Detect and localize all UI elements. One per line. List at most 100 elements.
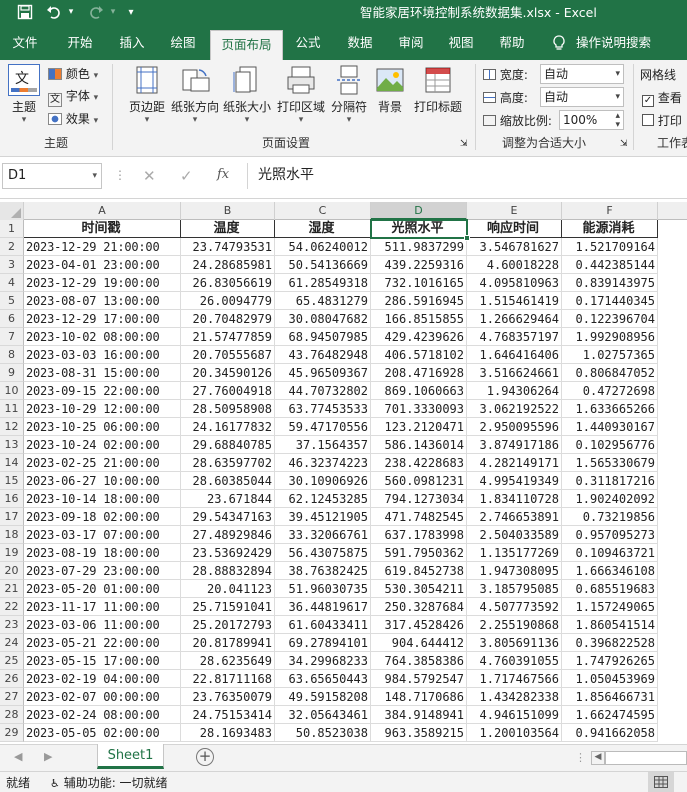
- tab-file[interactable]: 文件: [0, 25, 50, 60]
- table-cell[interactable]: 1.02757365: [562, 346, 658, 364]
- table-cell[interactable]: 0.47272698: [562, 382, 658, 400]
- table-cell[interactable]: 68.94507985: [275, 328, 371, 346]
- table-cell[interactable]: 3.185795085: [467, 580, 562, 598]
- table-cell[interactable]: 2023-10-24 02:00:00: [24, 436, 181, 454]
- table-cell[interactable]: 530.3054211: [371, 580, 467, 598]
- row-header[interactable]: 21: [0, 580, 24, 598]
- new-sheet-icon[interactable]: +: [196, 748, 214, 766]
- table-cell[interactable]: 701.3330093: [371, 400, 467, 418]
- table-cell[interactable]: 1.135177269: [467, 544, 562, 562]
- orientation-button[interactable]: 纸张方向 ▾: [170, 64, 220, 125]
- gridlines-view-checkbox[interactable]: ✓ 查看: [642, 89, 682, 107]
- table-cell[interactable]: 2023-02-25 21:00:00: [24, 454, 181, 472]
- table-cell[interactable]: 30.08047682: [275, 310, 371, 328]
- table-cell[interactable]: 2023-04-01 23:00:00: [24, 256, 181, 274]
- table-cell[interactable]: 1.521709164: [562, 238, 658, 256]
- table-cell[interactable]: 30.10906926: [275, 472, 371, 490]
- row-header[interactable]: 8: [0, 346, 24, 364]
- table-cell[interactable]: 65.4831279: [275, 292, 371, 310]
- scroll-sheets-left-icon[interactable]: ◀: [14, 750, 22, 763]
- table-cell[interactable]: 54.06240012: [275, 238, 371, 256]
- scroll-sheets-right-icon[interactable]: ▶: [44, 750, 52, 763]
- table-cell[interactable]: 2023-03-03 16:00:00: [24, 346, 181, 364]
- table-cell[interactable]: 586.1436014: [371, 436, 467, 454]
- table-cell[interactable]: 38.76382425: [275, 562, 371, 580]
- enter-check-icon[interactable]: ✓: [180, 167, 193, 185]
- theme-colors-button[interactable]: 颜色 ▾: [48, 65, 98, 82]
- table-cell[interactable]: 33.32066761: [275, 526, 371, 544]
- table-cell[interactable]: 63.65650443: [275, 670, 371, 688]
- table-cell[interactable]: 2023-02-07 00:00:00: [24, 688, 181, 706]
- table-cell[interactable]: 0.941662058: [562, 724, 658, 742]
- formula-input[interactable]: 光照水平: [247, 163, 687, 189]
- table-cell[interactable]: 23.53692429: [181, 544, 275, 562]
- row-header[interactable]: 24: [0, 634, 24, 652]
- tab-draw[interactable]: 绘图: [158, 25, 208, 60]
- table-cell[interactable]: 37.1564357: [275, 436, 371, 454]
- row-header[interactable]: 20: [0, 562, 24, 580]
- table-cell[interactable]: 238.4228683: [371, 454, 467, 472]
- table-cell[interactable]: 732.1016165: [371, 274, 467, 292]
- tab-review[interactable]: 审阅: [386, 25, 436, 60]
- theme-effects-button[interactable]: 效果 ▾: [48, 110, 98, 127]
- lightbulb-icon[interactable]: [549, 25, 569, 60]
- table-cell[interactable]: 2023-12-29 21:00:00: [24, 238, 181, 256]
- table-cell[interactable]: 166.8515855: [371, 310, 467, 328]
- table-cell[interactable]: 0.102956776: [562, 436, 658, 454]
- row-header[interactable]: 10: [0, 382, 24, 400]
- table-cell[interactable]: 3.516624661: [467, 364, 562, 382]
- name-box[interactable]: D1 ▾: [2, 163, 102, 189]
- header-cell[interactable]: 时间戳: [24, 220, 181, 238]
- table-cell[interactable]: 984.5792547: [371, 670, 467, 688]
- table-cell[interactable]: 317.4528426: [371, 616, 467, 634]
- table-cell[interactable]: 27.48929846: [181, 526, 275, 544]
- row-header[interactable]: 23: [0, 616, 24, 634]
- scale-dialog-launcher-icon[interactable]: ⇲: [620, 139, 628, 149]
- table-cell[interactable]: 2023-08-07 13:00:00: [24, 292, 181, 310]
- table-cell[interactable]: 4.760391055: [467, 652, 562, 670]
- table-cell[interactable]: 26.0094779: [181, 292, 275, 310]
- table-cell[interactable]: 619.8452738: [371, 562, 467, 580]
- header-cell[interactable]: 响应时间: [467, 220, 562, 238]
- row-header[interactable]: 28: [0, 706, 24, 724]
- table-cell[interactable]: 560.0981231: [371, 472, 467, 490]
- table-cell[interactable]: 2023-10-02 08:00:00: [24, 328, 181, 346]
- table-cell[interactable]: 4.60018228: [467, 256, 562, 274]
- table-cell[interactable]: 24.75153414: [181, 706, 275, 724]
- chevron-down-icon[interactable]: ▾: [92, 164, 97, 188]
- table-cell[interactable]: 1.157249065: [562, 598, 658, 616]
- table-cell[interactable]: 39.45121905: [275, 508, 371, 526]
- column-header-col-b[interactable]: B: [181, 202, 275, 220]
- gridlines-print-checkbox[interactable]: 打印: [642, 112, 682, 129]
- table-cell[interactable]: 4.095810963: [467, 274, 562, 292]
- customize-qat-icon[interactable]: ▾: [124, 2, 138, 22]
- table-cell[interactable]: 869.1060663: [371, 382, 467, 400]
- table-cell[interactable]: 1.902402092: [562, 490, 658, 508]
- table-cell[interactable]: 23.74793531: [181, 238, 275, 256]
- header-cell[interactable]: 能源消耗: [562, 220, 658, 238]
- table-cell[interactable]: 0.171440345: [562, 292, 658, 310]
- table-cell[interactable]: 429.4239626: [371, 328, 467, 346]
- tab-page-layout[interactable]: 页面布局: [210, 30, 283, 60]
- tab-home[interactable]: 开始: [54, 25, 106, 60]
- row-header[interactable]: 17: [0, 508, 24, 526]
- row-header[interactable]: 19: [0, 544, 24, 562]
- table-cell[interactable]: 24.28685981: [181, 256, 275, 274]
- table-cell[interactable]: 2023-11-17 11:00:00: [24, 598, 181, 616]
- header-cell[interactable]: 湿度: [275, 220, 371, 238]
- table-cell[interactable]: 148.7170686: [371, 688, 467, 706]
- row-header[interactable]: 11: [0, 400, 24, 418]
- insert-function-icon[interactable]: fx: [217, 167, 229, 182]
- table-cell[interactable]: 637.1783998: [371, 526, 467, 544]
- row-header[interactable]: 6: [0, 310, 24, 328]
- table-cell[interactable]: 50.8523038: [275, 724, 371, 742]
- table-cell[interactable]: 0.73219856: [562, 508, 658, 526]
- breaks-button[interactable]: 分隔符 ▾: [328, 64, 370, 125]
- table-cell[interactable]: 0.685519683: [562, 580, 658, 598]
- table-cell[interactable]: 28.6235649: [181, 652, 275, 670]
- table-cell[interactable]: 69.27894101: [275, 634, 371, 652]
- table-cell[interactable]: 2023-03-17 07:00:00: [24, 526, 181, 544]
- table-cell[interactable]: 28.60385044: [181, 472, 275, 490]
- table-cell[interactable]: 1.266629464: [467, 310, 562, 328]
- table-cell[interactable]: 1.050453969: [562, 670, 658, 688]
